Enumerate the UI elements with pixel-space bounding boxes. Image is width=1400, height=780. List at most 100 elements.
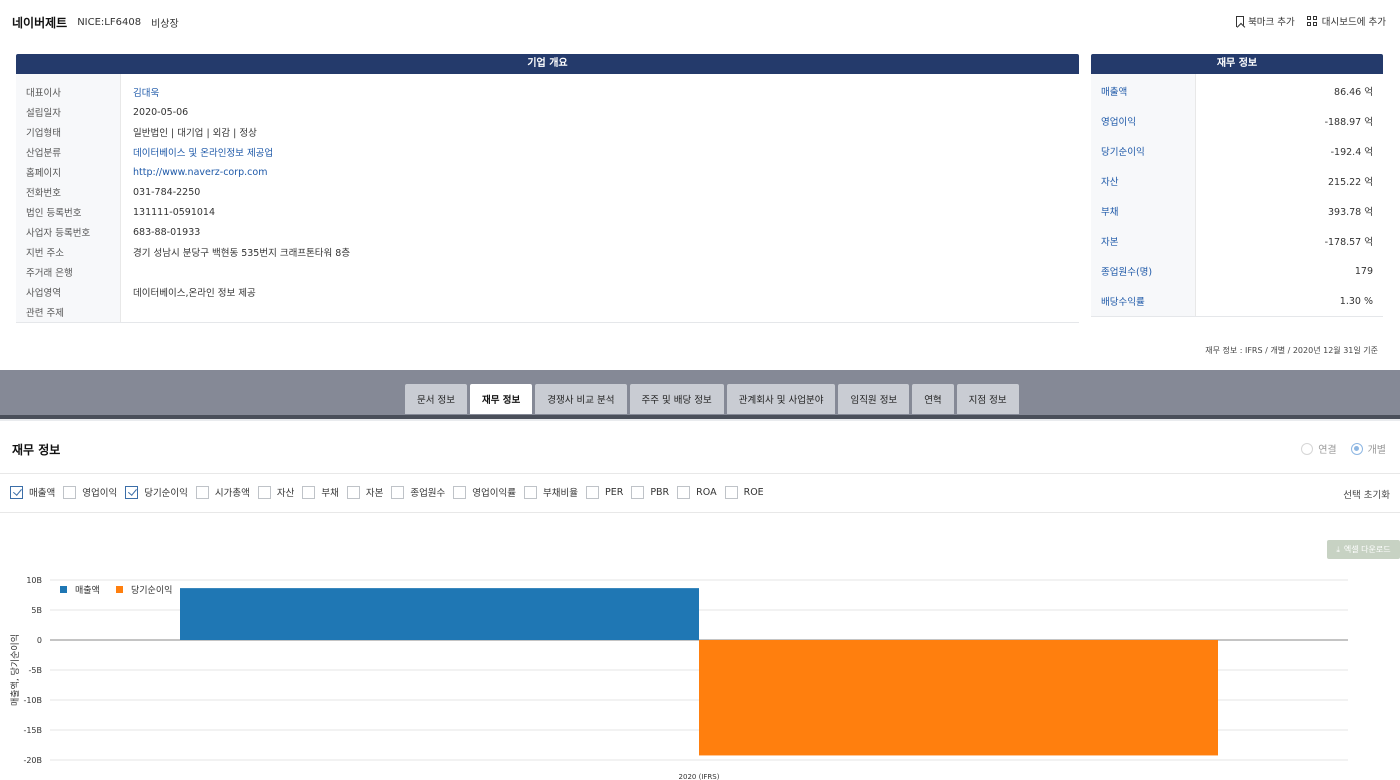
overview-row: 홈페이지 http://www.naverz-corp.com — [16, 162, 1079, 182]
add-dashboard-button[interactable]: 대시보드에 추가 — [1306, 14, 1386, 28]
financial-value: 1.30 % — [1339, 295, 1373, 307]
financial-label[interactable]: 자본 — [1091, 234, 1196, 248]
legend-label: 당기순이익 — [131, 584, 172, 596]
tab-4[interactable]: 주주 및 배당 정보 — [629, 384, 724, 414]
financial-value: -178.57 억 — [1324, 237, 1373, 248]
legend-swatch — [116, 586, 123, 593]
overview-link[interactable]: 김대욱 — [121, 85, 159, 99]
metric-checkbox[interactable]: ROE — [724, 485, 764, 499]
financial-value: 86.46 억 — [1334, 87, 1373, 98]
financial-label[interactable]: 자산 — [1091, 174, 1196, 188]
checkbox-label: 부채비율 — [543, 488, 578, 499]
financial-chart: 10B 5B 0 -5B -10B -15B -20B 매출액, 당기순이익 2020 (IFR… — [9, 576, 1348, 780]
overview-value: 683-88-01933 — [133, 226, 201, 238]
y-tick-label: -5B — [29, 666, 42, 675]
metric-checkbox[interactable]: 당기순이익 — [125, 485, 188, 499]
checkbox-box — [195, 485, 209, 499]
checkbox-label: 시가총액 — [214, 488, 250, 499]
bar-revenue — [180, 588, 699, 640]
report-type-radios: 연결 개별 — [1301, 441, 1386, 456]
y-tick-label: 0 — [37, 636, 42, 645]
overview-link[interactable]: 데이터베이스 및 온라인정보 제공업 — [121, 145, 273, 159]
overview-table: 대표이사 김대욱 설립일자 2020-05-06 기업형태 일반법인 | 대기업 | 외감… — [16, 74, 1079, 323]
metric-checkbox[interactable]: 시가총액 — [195, 485, 250, 499]
financial-row: 종업원수(명) 179 — [1091, 256, 1383, 286]
checkbox-box — [677, 485, 691, 499]
excel-download-button[interactable]: ⤓ 엑셀 다운로드 — [1327, 540, 1400, 559]
checkbox-label: PER — [604, 486, 624, 498]
radio-consolidated[interactable]: 연결 — [1301, 441, 1337, 456]
overview-label: 사업영역 — [26, 288, 61, 299]
overview-value: 경기 성남시 분당구 백현동 535번지 크래프톤타워 8층 — [133, 248, 351, 259]
tab-5[interactable]: 관계회사 및 사업분야 — [726, 384, 836, 414]
dashboard-label: 대시보드에 추가 — [1321, 17, 1386, 28]
financial-row: 당기순이익 -192.4 억 — [1091, 136, 1383, 166]
metric-checkbox[interactable]: 매출액 — [10, 485, 55, 499]
company-summary: 네이버제트 NICE:LF6408 비상장 북마크 추가 대시보드에 추가 기업… — [0, 0, 1400, 370]
checkbox-label: 당기순이익 — [144, 488, 188, 499]
tab-3[interactable]: 경쟁사 비교 분석 — [535, 384, 627, 414]
metric-checkbox[interactable]: 부채 — [302, 485, 339, 499]
checkbox-box — [10, 485, 23, 499]
financial-note: 재무 정보 : IFRS / 개별 / 2020년 12월 31일 기준 — [1205, 346, 1378, 355]
metric-checkbox[interactable]: 자본 — [346, 485, 383, 499]
overview-label: 전화번호 — [26, 188, 61, 199]
radio-separate[interactable]: 개별 — [1350, 441, 1386, 456]
overview-row: 사업영역 데이터베이스,온라인 정보 제공 — [16, 282, 1079, 302]
overview-row: 법인 등록번호 131111-0591014 — [16, 202, 1079, 222]
y-tick-label: -15B — [23, 726, 42, 735]
financial-label[interactable]: 종업원수(명) — [1091, 264, 1196, 278]
metric-checkbox[interactable]: 영업이익 — [63, 485, 117, 499]
checkbox-box — [391, 485, 405, 499]
checkbox-label: 매출액 — [29, 488, 56, 499]
checkbox-label: 영업이익률 — [472, 488, 516, 499]
metric-checkbox[interactable]: 영업이익률 — [453, 485, 516, 499]
metric-checkbox[interactable]: PER — [585, 485, 624, 499]
metric-checkbox[interactable]: 종업원수 — [391, 485, 445, 499]
bookmark-button[interactable]: 북마크 추가 — [1236, 14, 1295, 28]
overview-link[interactable]: http://www.naverz-corp.com — [121, 167, 267, 178]
tab-1[interactable]: 문서 정보 — [405, 384, 467, 414]
checkbox-box — [63, 485, 77, 499]
overview-label: 사업자 등록번호 — [26, 228, 91, 239]
tab-7[interactable]: 연혁 — [912, 384, 954, 414]
checkbox-box — [585, 485, 599, 499]
financial-row: 부채 393.78 억 — [1091, 196, 1383, 226]
dashboard-icon — [1306, 15, 1318, 27]
overview-label: 법인 등록번호 — [26, 208, 82, 219]
legend-label: 매출액 — [75, 584, 100, 596]
financial-label[interactable]: 부채 — [1091, 204, 1196, 218]
metric-checkbox[interactable]: 부채비율 — [524, 485, 578, 499]
tab-2[interactable]: 재무 정보 — [469, 384, 533, 414]
metric-checkbox[interactable]: PBR — [631, 485, 669, 499]
overview-row: 설립일자 2020-05-06 — [16, 102, 1079, 122]
overview-row: 기업형태 일반법인 | 대기업 | 외감 | 정상 — [16, 122, 1079, 142]
metric-checkbox[interactable]: 자산 — [257, 485, 294, 499]
metric-checkboxes: 매출액 영업이익 당기순이익 시가총액 자산 부채 자본 종업원수 영업이익률 부채비율 PER PB… — [10, 485, 767, 499]
financial-value: 215.22 억 — [1327, 177, 1373, 188]
financial-label[interactable]: 배당수익률 — [1091, 294, 1196, 308]
y-axis-label: 매출액, 당기순이익 — [9, 634, 21, 706]
y-tick-label: -10B — [23, 696, 42, 705]
financial-section-title: 재무 정보 — [12, 443, 61, 457]
financial-title: 재무 정보 — [1091, 54, 1383, 74]
financial-label[interactable]: 영업이익 — [1091, 114, 1196, 128]
radio-consolidated-circle — [1301, 442, 1314, 455]
overview-row: 산업분류 데이터베이스 및 온라인정보 제공업 — [16, 142, 1079, 162]
financial-label[interactable]: 매출액 — [1091, 84, 1196, 98]
overview-row: 전화번호 031-784-2250 — [16, 182, 1079, 202]
overview-row: 관련 주제 — [16, 302, 1079, 322]
checkbox-label: 부채 — [321, 488, 339, 499]
financial-row: 배당수익률 1.30 % — [1091, 286, 1383, 316]
reset-selection-button[interactable]: 선택 초기화 — [1343, 487, 1390, 501]
metric-checkbox[interactable]: ROA — [677, 485, 717, 499]
tab-8[interactable]: 지점 정보 — [956, 384, 1019, 414]
overview-label: 홈페이지 — [26, 168, 61, 179]
checkbox-label: 종업원수 — [410, 488, 446, 499]
radio-consolidated-label: 연결 — [1318, 445, 1337, 456]
tab-6[interactable]: 임직원 정보 — [838, 384, 910, 414]
financial-label[interactable]: 당기순이익 — [1091, 144, 1196, 158]
financial-row: 자본 -178.57 억 — [1091, 226, 1383, 256]
overview-value: 131111-0591014 — [133, 206, 216, 218]
radio-separate-label: 개별 — [1367, 445, 1386, 456]
